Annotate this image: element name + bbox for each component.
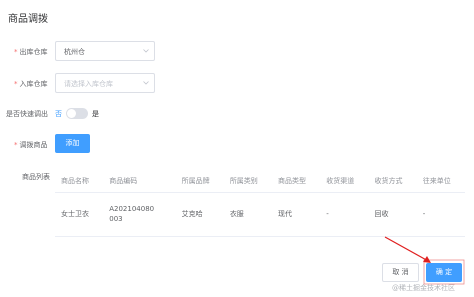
goods-table: 商品名称 商品编码 所属品牌 所属类别 商品类型 收货渠道 收货方式 往来单位 … — [55, 170, 465, 237]
column-header: 收货渠道 — [320, 170, 369, 193]
table-cell: - — [320, 192, 369, 237]
fast-out-toggle[interactable] — [66, 108, 88, 119]
column-header: 所属类别 — [223, 170, 273, 193]
in-warehouse-placeholder: 请选择入库仓库 — [64, 80, 113, 88]
table-cell: 女士卫衣 — [55, 192, 104, 237]
watermark: @稀土掘金技术社区 — [392, 284, 455, 292]
chevron-down-icon — [143, 49, 149, 53]
goods-list-label: 商品列表 — [22, 173, 50, 181]
switch-off-text: 否 — [55, 110, 62, 118]
required-mark: * — [14, 80, 18, 88]
dialog-title: 商品调拨 — [8, 14, 48, 25]
cancel-button[interactable]: 取 消 — [382, 263, 419, 282]
confirm-button[interactable]: 确 定 — [426, 263, 462, 282]
out-warehouse-value: 杭州仓 — [64, 48, 85, 56]
table-cell: 衣服 — [223, 192, 273, 237]
table-cell: A202104080003 — [103, 192, 176, 237]
add-goods-button[interactable]: 添加 — [55, 134, 90, 153]
chevron-down-icon — [143, 81, 149, 85]
column-header: 往来单位 — [416, 170, 465, 193]
column-header: 商品名称 — [55, 170, 104, 193]
table-cell: 艾克哈 — [175, 192, 224, 237]
transfer-dialog: 商品调拨 * 出库仓库 杭州仓 * 入库仓库 请选择入库仓库 是否快速调出 否 是 … — [0, 0, 474, 297]
out-warehouse-label: * 出库仓库 — [14, 48, 48, 56]
table-cell: - — [416, 192, 465, 237]
column-header: 商品编码 — [103, 170, 176, 193]
column-header: 所属品牌 — [175, 170, 224, 193]
out-warehouse-select[interactable]: 杭州仓 — [55, 41, 155, 61]
toggle-knob — [67, 109, 76, 118]
required-mark: * — [14, 141, 18, 149]
fast-out-label: 是否快速调出 — [6, 110, 48, 118]
table-row: 女士卫衣 A202104080003 艾克哈 衣服 现代 - 回收 - — [55, 192, 465, 237]
in-warehouse-label: * 入库仓库 — [14, 80, 48, 88]
table-header-row: 商品名称 商品编码 所属品牌 所属类别 商品类型 收货渠道 收货方式 往来单位 — [55, 170, 465, 193]
goods-label: * 调拨商品 — [14, 141, 48, 149]
in-warehouse-select[interactable]: 请选择入库仓库 — [55, 73, 155, 93]
product-code: A202104080003 — [109, 205, 155, 223]
required-mark: * — [14, 48, 18, 56]
column-header: 收货方式 — [368, 170, 417, 193]
switch-on-text: 是 — [92, 110, 99, 118]
column-header: 商品类型 — [272, 170, 321, 193]
table-cell: 回收 — [368, 192, 417, 237]
table-cell: 现代 — [272, 192, 321, 237]
